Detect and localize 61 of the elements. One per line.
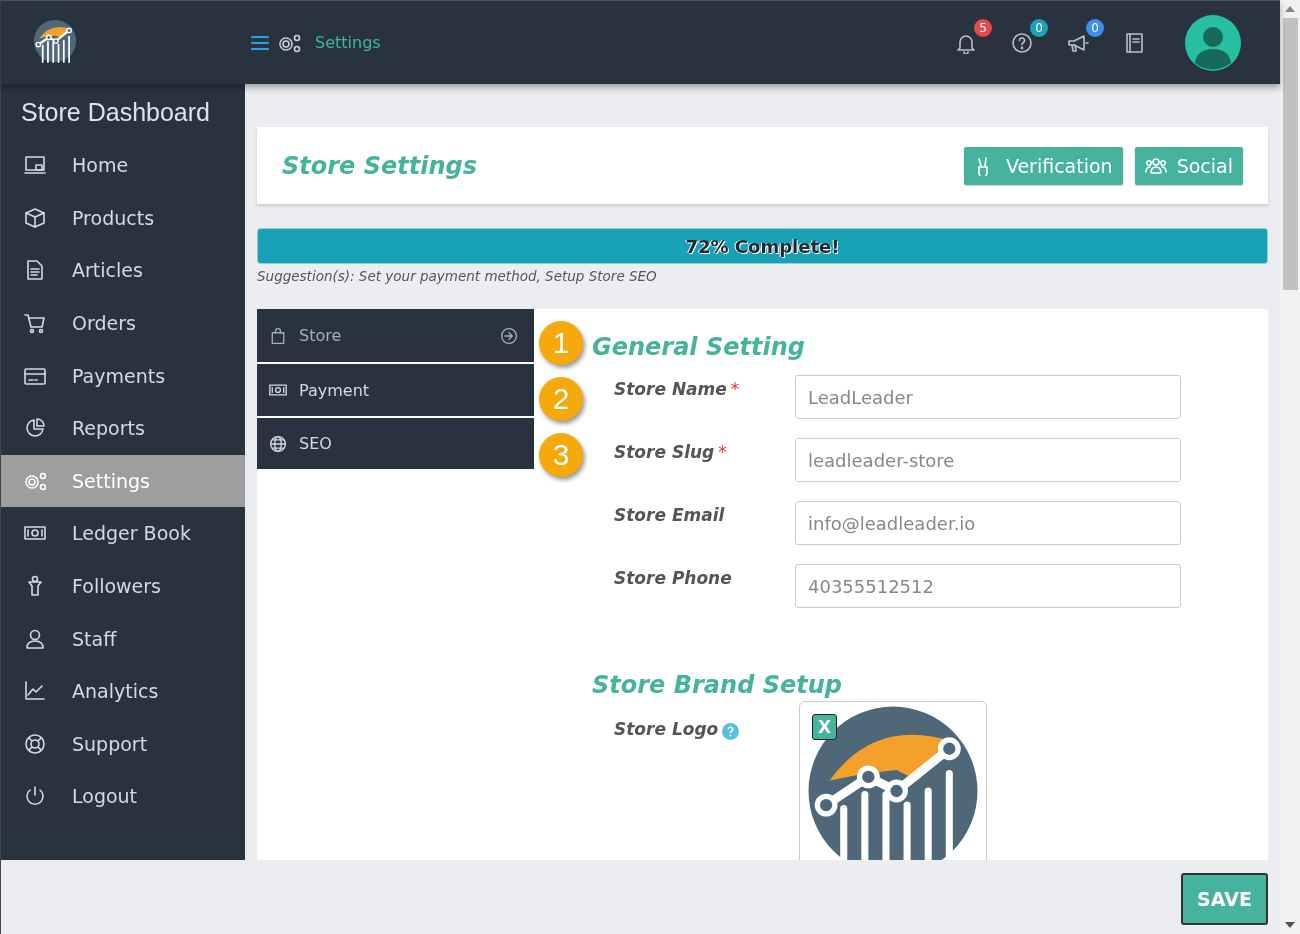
line-chart-icon: [24, 680, 46, 703]
section-title: Store Brand Setup: [592, 671, 843, 699]
lifebuoy-icon: [24, 732, 46, 755]
cube-icon: [24, 206, 46, 229]
section-title: General Setting: [592, 333, 806, 361]
notification-button[interactable]: [1011, 31, 1033, 54]
logo-icon: [33, 18, 77, 63]
sidebar-item[interactable]: Logout: [1, 770, 245, 823]
user-icon: [24, 627, 46, 650]
page-title: Store Settings: [282, 151, 477, 180]
count-badge: 0: [1086, 18, 1104, 37]
avatar-icon[interactable]: [1185, 14, 1241, 71]
required-mark: *: [730, 379, 740, 399]
arrow-circle-icon: [500, 326, 518, 345]
field-label: Store Logo: [614, 719, 719, 739]
count-badge: 0: [1030, 18, 1048, 37]
sidebar-item[interactable]: Payments: [1, 349, 245, 402]
sidebar-item[interactable]: Support: [1, 717, 245, 771]
book-button[interactable]: [1123, 31, 1145, 54]
settings-tab[interactable]: Store: [257, 309, 534, 364]
scrollbar[interactable]: [1280, 0, 1300, 934]
book-icon: [1123, 31, 1145, 54]
input-field[interactable]: 40355512512: [795, 564, 1181, 608]
menu-icon: [251, 34, 269, 51]
settings-tab[interactable]: Payment: [257, 364, 534, 418]
help-icon: [1011, 31, 1033, 54]
step-marker: 3: [539, 433, 583, 477]
step-marker: 1: [539, 321, 583, 365]
sidebar-item[interactable]: Reports: [1, 401, 245, 455]
input-field[interactable]: LeadLeader: [795, 375, 1181, 419]
document-icon: [24, 259, 46, 282]
monitor-icon: [24, 154, 46, 177]
bag-icon: [269, 326, 287, 345]
required-mark: *: [718, 442, 727, 462]
globe-icon: [269, 434, 287, 453]
field-label: Store Email: [614, 505, 725, 525]
users-icon: [1144, 155, 1167, 176]
input-field[interactable]: leadleader-store: [795, 438, 1181, 482]
count-badge: 5: [974, 18, 992, 37]
power-icon: [24, 785, 46, 808]
sidebar-item[interactable]: Home: [1, 139, 245, 192]
step-marker: 2: [539, 377, 583, 421]
field-label: Store Phone: [614, 568, 732, 588]
suggestion-text: Suggestion(s): Set your payment method, Setup Store SEO: [257, 268, 658, 284]
sidebar-item[interactable]: Analytics: [1, 664, 245, 718]
cart-icon: [24, 312, 46, 335]
sidebar-item[interactable]: Followers: [1, 559, 245, 613]
field-label: Store Name: [614, 379, 727, 399]
field-label: Store Slug: [614, 442, 715, 462]
input-field[interactable]: info@leadleader.io: [795, 501, 1181, 545]
sidebar-item[interactable]: Orders: [1, 296, 245, 350]
progress-label: 72% Complete!: [685, 235, 840, 257]
banknote-icon: [269, 381, 287, 399]
sidebar-title: Store Dashboard: [20, 98, 211, 128]
sidebar-item[interactable]: Products: [1, 191, 245, 245]
pie-chart-icon: [24, 417, 46, 440]
breadcrumb-link[interactable]: Settings: [315, 33, 381, 52]
sidebar-item[interactable]: Articles: [1, 244, 245, 297]
sidebar-item[interactable]: Staff: [1, 612, 245, 665]
settings-tab[interactable]: SEO: [257, 418, 534, 469]
sidebar-item[interactable]: Ledger Book: [1, 507, 245, 560]
